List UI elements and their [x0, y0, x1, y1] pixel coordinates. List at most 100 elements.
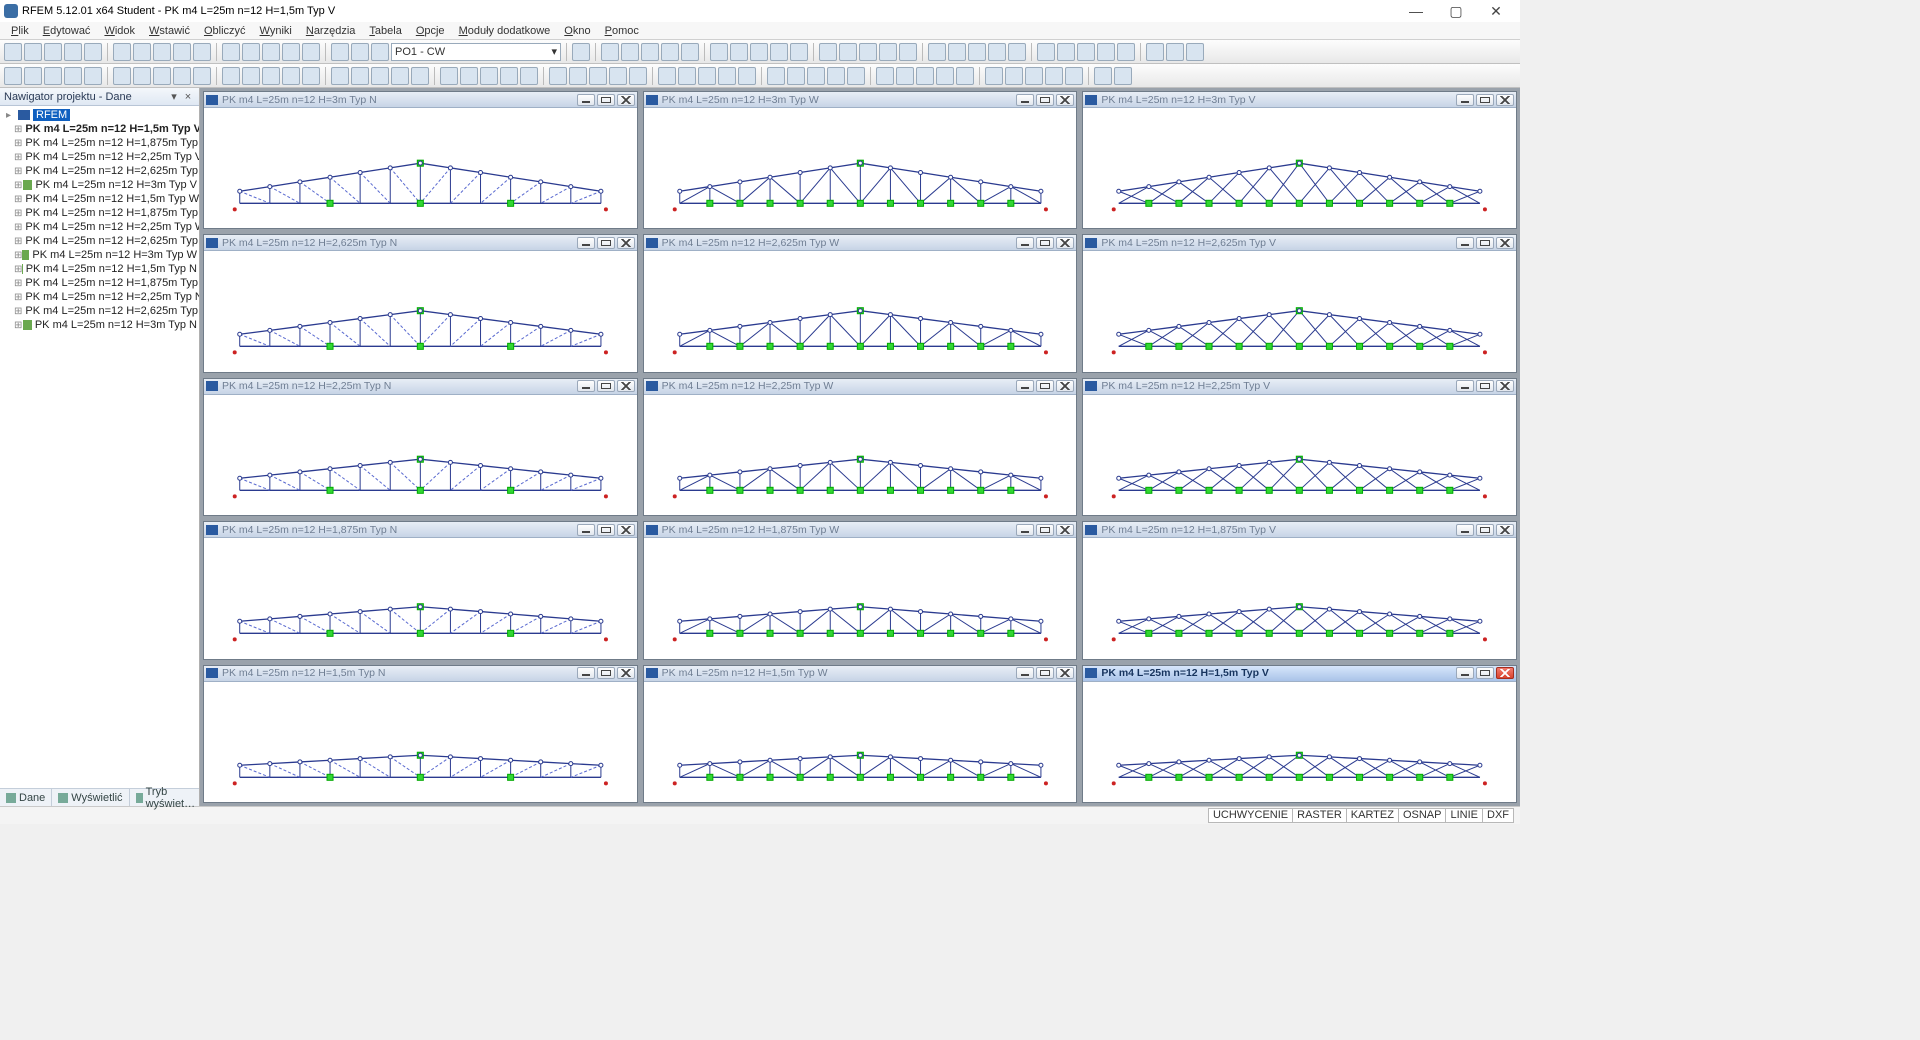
child-minimize-button[interactable] — [577, 380, 595, 392]
mdi-child-window[interactable]: PK m4 L=25m n=12 H=2,25m Typ V — [1082, 378, 1517, 516]
child-close-button[interactable] — [1056, 237, 1074, 249]
tree-item[interactable]: ⊞PK m4 L=25m n=12 H=2,625m Typ W — [0, 234, 199, 248]
toolbar-button[interactable] — [302, 67, 320, 85]
tree-root-row[interactable]: ▸RFEM — [0, 108, 199, 122]
mdi-child-titlebar[interactable]: PK m4 L=25m n=12 H=2,25m Typ W — [644, 379, 1077, 395]
toolbar-button[interactable] — [879, 43, 897, 61]
toolbar-button[interactable] — [173, 43, 191, 61]
toolbar-button[interactable] — [1057, 43, 1075, 61]
toolbar-button[interactable] — [44, 67, 62, 85]
toolbar-button[interactable] — [242, 43, 260, 61]
toolbar-button[interactable] — [1037, 43, 1055, 61]
toolbar-button[interactable] — [4, 43, 22, 61]
toolbar-button[interactable] — [698, 67, 716, 85]
tree-item[interactable]: ⊞PK m4 L=25m n=12 H=1,875m Typ V — [0, 136, 199, 150]
mdi-child-titlebar[interactable]: PK m4 L=25m n=12 H=1,875m Typ N — [204, 522, 637, 538]
toolbar-button[interactable] — [1008, 43, 1026, 61]
toolbar-button[interactable] — [1094, 67, 1112, 85]
tree-item[interactable]: ⊞PK m4 L=25m n=12 H=3m Typ W — [0, 248, 199, 262]
toolbar-button[interactable] — [371, 67, 389, 85]
child-minimize-button[interactable] — [1456, 524, 1474, 536]
menu-plik[interactable]: Plik — [4, 25, 36, 37]
model-viewport[interactable] — [1083, 108, 1516, 228]
mdi-child-titlebar[interactable]: PK m4 L=25m n=12 H=3m Typ W — [644, 92, 1077, 108]
mdi-child-window[interactable]: PK m4 L=25m n=12 H=2,25m Typ W — [643, 378, 1078, 516]
child-minimize-button[interactable] — [1016, 380, 1034, 392]
toolbar-button[interactable] — [222, 43, 240, 61]
toolbar-button[interactable] — [1077, 43, 1095, 61]
child-minimize-button[interactable] — [577, 237, 595, 249]
toolbar-button[interactable] — [193, 67, 211, 85]
navigator-tab[interactable]: Tryb wyświet… — [130, 789, 206, 806]
toolbar-button[interactable] — [569, 67, 587, 85]
model-viewport[interactable] — [1083, 682, 1516, 802]
navigator-dropdown-icon[interactable]: ▾ — [167, 90, 181, 103]
child-maximize-button[interactable] — [1476, 380, 1494, 392]
tree-item[interactable]: ⊞PK m4 L=25m n=12 H=2,25m Typ W — [0, 220, 199, 234]
toolbar-button[interactable] — [1117, 43, 1135, 61]
child-minimize-button[interactable] — [1016, 667, 1034, 679]
toolbar-button[interactable] — [1025, 67, 1043, 85]
toolbar-button[interactable] — [1186, 43, 1204, 61]
toolbar-button[interactable] — [876, 67, 894, 85]
status-cell-uchwycenie[interactable]: UCHWYCENIE — [1208, 808, 1293, 823]
child-minimize-button[interactable] — [1456, 380, 1474, 392]
toolbar-button[interactable] — [678, 67, 696, 85]
menu-okno[interactable]: Okno — [557, 25, 597, 37]
child-minimize-button[interactable] — [577, 667, 595, 679]
toolbar-button[interactable] — [1166, 43, 1184, 61]
child-close-button[interactable] — [1496, 524, 1514, 536]
toolbar-button[interactable] — [936, 67, 954, 85]
model-viewport[interactable] — [644, 682, 1077, 802]
toolbar-button[interactable] — [500, 67, 518, 85]
toolbar-button[interactable] — [24, 67, 42, 85]
toolbar-button[interactable] — [133, 67, 151, 85]
mdi-child-window[interactable]: PK m4 L=25m n=12 H=2,625m Typ V — [1082, 234, 1517, 372]
toolbar-button[interactable] — [4, 67, 22, 85]
menu-narzędzia[interactable]: Narzędzia — [299, 25, 363, 37]
child-minimize-button[interactable] — [1016, 524, 1034, 536]
toolbar-button[interactable] — [133, 43, 151, 61]
navigator-tab[interactable]: Dane — [0, 789, 52, 806]
toolbar-button[interactable] — [847, 67, 865, 85]
toolbar-button[interactable] — [658, 67, 676, 85]
model-viewport[interactable] — [644, 538, 1077, 658]
menu-pomoc[interactable]: Pomoc — [598, 25, 646, 37]
toolbar-button[interactable] — [193, 43, 211, 61]
mdi-child-titlebar[interactable]: PK m4 L=25m n=12 H=1,875m Typ W — [644, 522, 1077, 538]
minimize-button[interactable]: — — [1396, 0, 1436, 22]
status-cell-linie[interactable]: LINIE — [1445, 808, 1483, 823]
mdi-child-titlebar[interactable]: PK m4 L=25m n=12 H=1,875m Typ V — [1083, 522, 1516, 538]
toolbar-button[interactable] — [916, 67, 934, 85]
toolbar-button[interactable] — [391, 67, 409, 85]
toolbar-button[interactable] — [24, 43, 42, 61]
toolbar-button[interactable] — [767, 67, 785, 85]
child-minimize-button[interactable] — [1016, 237, 1034, 249]
toolbar-button[interactable] — [440, 67, 458, 85]
toolbar-button[interactable] — [787, 67, 805, 85]
mdi-child-window[interactable]: PK m4 L=25m n=12 H=1,875m Typ N — [203, 521, 638, 659]
model-viewport[interactable] — [1083, 538, 1516, 658]
toolbar-button[interactable] — [113, 67, 131, 85]
mdi-child-window[interactable]: PK m4 L=25m n=12 H=1,875m Typ V — [1082, 521, 1517, 659]
tree-item[interactable]: ⊞PK m4 L=25m n=12 H=1,875m Typ N — [0, 276, 199, 290]
toolbar-button[interactable] — [460, 67, 478, 85]
menu-wyniki[interactable]: Wyniki — [253, 25, 299, 37]
toolbar-button[interactable] — [302, 43, 320, 61]
mdi-child-window[interactable]: PK m4 L=25m n=12 H=1,5m Typ N — [203, 665, 638, 803]
toolbar-button[interactable] — [64, 67, 82, 85]
child-close-button[interactable] — [1056, 667, 1074, 679]
mdi-child-window[interactable]: PK m4 L=25m n=12 H=1,5m Typ W — [643, 665, 1078, 803]
tree-item[interactable]: ⊞PK m4 L=25m n=12 H=1,5m Typ W — [0, 192, 199, 206]
toolbar-button[interactable] — [601, 43, 619, 61]
tree-item[interactable]: ⊞PK m4 L=25m n=12 H=3m Typ N — [0, 318, 199, 332]
toolbar-button[interactable] — [331, 43, 349, 61]
toolbar-button[interactable] — [84, 67, 102, 85]
child-maximize-button[interactable] — [597, 237, 615, 249]
child-maximize-button[interactable] — [597, 667, 615, 679]
tree-item[interactable]: ⊞PK m4 L=25m n=12 H=1,5m Typ N — [0, 262, 199, 276]
toolbar-button[interactable] — [899, 43, 917, 61]
child-close-button[interactable] — [1496, 94, 1514, 106]
mdi-child-titlebar[interactable]: PK m4 L=25m n=12 H=2,625m Typ V — [1083, 235, 1516, 251]
toolbar-button[interactable] — [985, 67, 1003, 85]
